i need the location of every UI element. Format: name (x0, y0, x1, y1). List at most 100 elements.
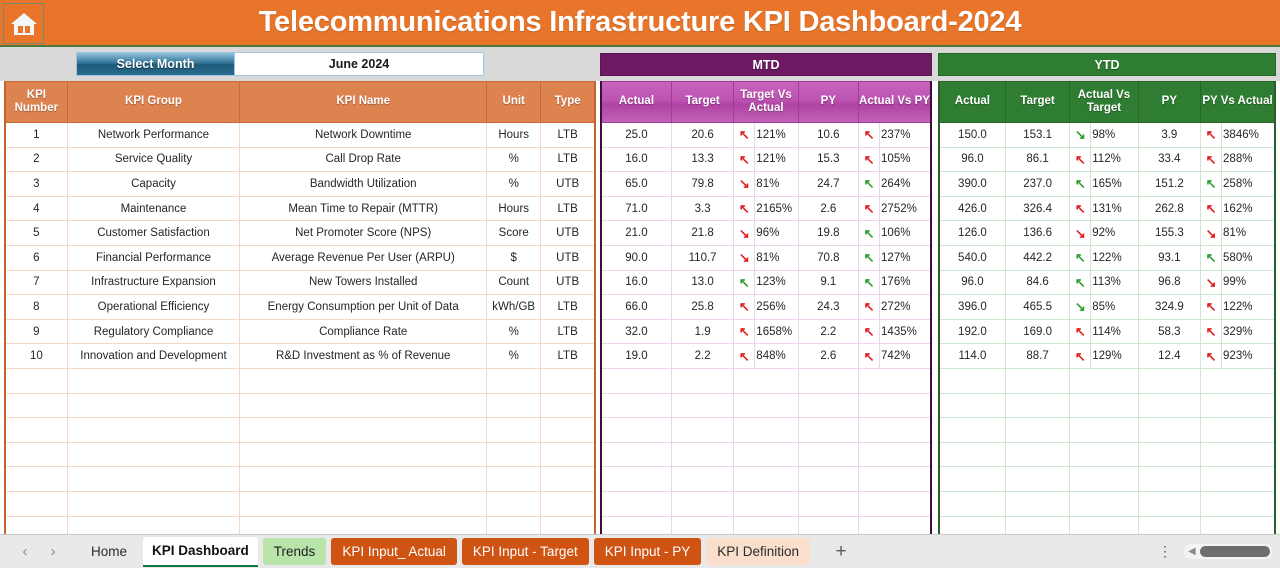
cell-unit: Score (486, 220, 542, 246)
cell-kpi-group: Customer Satisfaction (66, 220, 241, 246)
sheet-tab-kpi-input-actual[interactable]: KPI Input_ Actual (331, 538, 457, 565)
cell-empty (670, 466, 735, 492)
cell-empty (486, 441, 542, 468)
cell-type: LTB (540, 122, 596, 148)
table-row: 96.0 86.1 ↖ 112% 33.4 ↖ 288% (938, 146, 1276, 173)
table-row-empty (938, 466, 1276, 492)
cell-empty (239, 367, 488, 394)
cell-empty (938, 417, 1006, 443)
arrow-up-icon: ↖ (1205, 127, 1217, 143)
cell-kpi-name: Call Drop Rate (239, 146, 488, 173)
cell-mtd-target: 110.7 (670, 244, 735, 271)
arrow-up-icon: ↖ (863, 225, 875, 241)
cell-kpi-group: Innovation and Development (66, 343, 241, 369)
cell-mtd-target-vs-actual: ↖ 123% (733, 269, 799, 296)
home-button[interactable] (3, 3, 44, 44)
cell-mtd-target-vs-actual: ↖ 121% (733, 146, 799, 173)
cell-ytd-py: 93.1 (1137, 244, 1202, 271)
cell-ytd-py: 155.3 (1137, 220, 1202, 246)
cell-divider (1221, 221, 1223, 245)
table-row-empty (600, 367, 932, 394)
cell-empty (486, 417, 542, 443)
sheet-tab-bar: ‹ › Home KPI Dashboard Trends KPI Input_ Ac… (0, 534, 1280, 568)
col-ytd-py-vs-actual: PY Vs Actual (1200, 81, 1276, 123)
cell-ytd-py: 262.8 (1137, 195, 1202, 222)
cell-mtd-target-vs-actual: ↖ 1658% (733, 318, 799, 345)
sheet-tab-kpi-dashboard[interactable]: KPI Dashboard (143, 536, 258, 567)
cell-divider (1221, 319, 1223, 344)
sheet-tab-home[interactable]: Home (80, 539, 138, 565)
cell-mtd-target-vs-actual: ↖ 121% (733, 122, 799, 148)
chevron-left-icon[interactable]: ‹ (14, 543, 36, 560)
chevron-right-icon[interactable]: › (42, 543, 64, 560)
cell-divider (879, 221, 881, 245)
cell-empty (600, 367, 672, 394)
cell-ytd-py-vs-actual: ↖ 162% (1200, 195, 1276, 222)
cell-empty (239, 392, 488, 419)
cell-kpi-number: 5 (4, 220, 68, 246)
sheet-tab-kpi-input-py[interactable]: KPI Input - PY (593, 538, 702, 565)
cell-empty (733, 490, 799, 517)
scroll-left-icon[interactable]: ◀ (1188, 546, 1196, 557)
cell-mtd-target: 2.2 (670, 343, 735, 369)
percent-value: 92% (1092, 227, 1116, 240)
select-month-control[interactable]: Select Month June 2024 (76, 52, 484, 76)
cell-empty (938, 466, 1006, 492)
arrow-up-icon: ↖ (738, 324, 750, 340)
cell-kpi-name: Network Downtime (239, 122, 488, 148)
horizontal-scrollbar[interactable]: ◀ (1184, 544, 1272, 559)
cell-divider (879, 172, 881, 196)
cell-ytd-actual: 390.0 (938, 171, 1006, 197)
cell-mtd-actual: 32.0 (600, 318, 672, 345)
cell-type: LTB (540, 318, 596, 345)
cell-empty (670, 367, 735, 394)
cell-ytd-actual-vs-target: ↘ 85% (1069, 294, 1139, 320)
cell-divider (879, 123, 881, 147)
table-row: 540.0 442.2 ↖ 122% 93.1 ↖ 580% (938, 244, 1276, 271)
scrollbar-thumb[interactable] (1200, 546, 1270, 557)
percent-value: 848% (756, 350, 786, 363)
cell-empty (938, 490, 1006, 517)
cell-divider (1090, 147, 1092, 172)
arrow-up-icon: ↖ (1074, 201, 1086, 217)
cell-kpi-number: 8 (4, 294, 68, 320)
cell-mtd-target-vs-actual: ↘ 81% (733, 171, 799, 197)
arrow-up-icon: ↖ (1205, 299, 1217, 315)
cell-ytd-target: 136.6 (1004, 220, 1071, 246)
arrow-up-icon: ↖ (1205, 250, 1217, 266)
cell-empty (540, 466, 596, 492)
selected-month-value[interactable]: June 2024 (235, 53, 483, 75)
cell-empty (858, 417, 932, 443)
arrow-up-icon: ↖ (1074, 176, 1086, 192)
cell-mtd-target: 20.6 (670, 122, 735, 148)
cell-empty (1137, 417, 1202, 443)
cell-divider (1090, 172, 1092, 196)
cell-divider (1090, 295, 1092, 319)
cell-mtd-actual-vs-py: ↖ 272% (858, 294, 932, 320)
col-ytd-actual: Actual (938, 81, 1006, 123)
cell-ytd-py-vs-actual: ↖ 580% (1200, 244, 1276, 271)
cell-empty (733, 367, 799, 394)
percent-value: 99% (1223, 276, 1247, 289)
cell-empty (1069, 466, 1139, 492)
arrow-down-icon: ↘ (1074, 127, 1086, 143)
cell-unit: % (486, 343, 542, 369)
more-options-icon[interactable]: ⋮ (1154, 544, 1176, 558)
sheet-tab-trends[interactable]: Trends (262, 538, 327, 565)
cell-kpi-number: 9 (4, 318, 68, 345)
cell-divider (1090, 123, 1092, 147)
cell-ytd-actual: 540.0 (938, 244, 1006, 271)
select-month-button[interactable]: Select Month (77, 53, 235, 75)
table-row: 66.0 25.8 ↖ 256% 24.3 ↖ 272% (600, 294, 932, 320)
percent-value: 165% (1092, 177, 1122, 190)
sheet-tab-kpi-definition[interactable]: KPI Definition (706, 538, 811, 565)
percent-value: 923% (1223, 350, 1253, 363)
percent-value: 2752% (881, 202, 917, 215)
cell-kpi-name: Bandwidth Utilization (239, 171, 488, 197)
sheet-tab-kpi-input-target[interactable]: KPI Input - Target (461, 538, 589, 565)
add-sheet-button[interactable]: + (829, 541, 853, 563)
cell-mtd-target-vs-actual: ↘ 81% (733, 244, 799, 271)
cell-empty (600, 466, 672, 492)
table-row-empty (4, 367, 596, 394)
cell-kpi-group: Capacity (66, 171, 241, 197)
